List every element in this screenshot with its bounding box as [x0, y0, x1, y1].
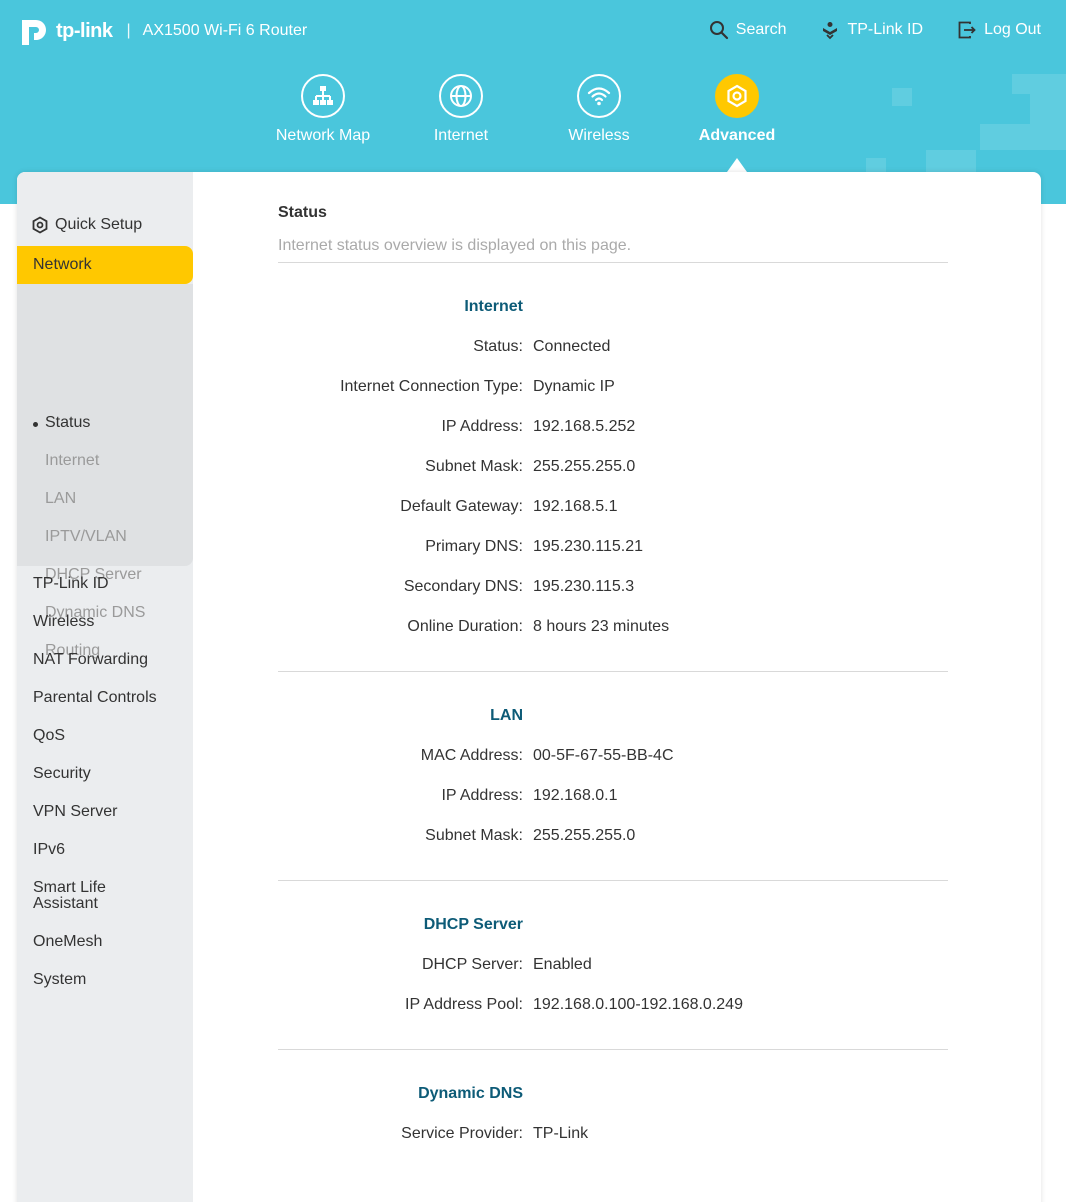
active-nav-pointer — [727, 158, 747, 172]
row-label: IP Address: — [441, 787, 523, 804]
submenu-item-status[interactable]: Status — [32, 414, 90, 432]
row-label: MAC Address: — [420, 747, 523, 764]
search-label: Search — [735, 21, 787, 38]
row-value: Dynamic IP — [533, 378, 615, 395]
network-map-icon — [313, 86, 333, 105]
sidebar-item-security[interactable]: Security — [33, 766, 183, 782]
decor-block — [892, 88, 912, 106]
router-model: AX1500 Wi-Fi 6 Router — [142, 22, 308, 39]
row-value: 195.230.115.21 — [533, 538, 644, 555]
nav-wireless-circle — [577, 74, 621, 118]
row-label: Internet Connection Type: — [340, 378, 523, 395]
page-title: Status — [278, 204, 327, 221]
sidebar-item-tplink-id[interactable]: TP-Link ID — [33, 576, 183, 592]
row-value: 195.230.115.3 — [533, 578, 635, 595]
divider — [278, 880, 948, 881]
sidebar-item-wireless[interactable]: Wireless — [33, 614, 183, 630]
sidebar-item-quick-setup[interactable]: Quick Setup — [31, 216, 142, 234]
row-label: Service Provider: — [401, 1125, 523, 1142]
sidebar-item-vpn-server[interactable]: VPN Server — [33, 804, 183, 820]
tplink-id-button[interactable]: TP-Link ID — [820, 20, 923, 40]
row-value: 255.255.255.0 — [533, 458, 636, 475]
wifi-icon — [587, 87, 611, 106]
row-value: 192.168.5.252 — [533, 418, 636, 435]
main-panel: Quick Setup Network Status Internet LAN … — [17, 172, 1041, 1202]
section-title-internet: Internet — [464, 298, 523, 315]
row-value: Connected — [533, 338, 611, 355]
row-label: Status: — [473, 338, 523, 355]
divider — [278, 262, 948, 263]
gear-icon — [727, 84, 747, 108]
row-label: Secondary DNS: — [403, 578, 523, 595]
tplink-logo: tp-link | AX1500 Wi-Fi 6 Router — [16, 12, 307, 50]
quick-setup-gear-icon — [32, 216, 48, 234]
row-value: 255.255.255.0 — [533, 827, 636, 844]
logout-icon — [958, 21, 976, 39]
row-value: 8 hours 23 minutes — [533, 618, 670, 635]
decor-block — [1012, 74, 1066, 94]
decor-block — [1030, 94, 1066, 124]
sidebar-item-parental-controls[interactable]: Parental Controls — [33, 690, 183, 706]
divider — [278, 671, 948, 672]
sidebar-item-nat-forwarding[interactable]: NAT Forwarding — [33, 652, 183, 668]
nav-advanced-circle — [715, 74, 759, 118]
nav-internet[interactable]: Internet — [392, 74, 530, 172]
nav-network-map-circle — [301, 74, 345, 118]
page-description: Internet status overview is displayed on… — [278, 237, 632, 254]
row-label: IP Address Pool: — [405, 996, 523, 1013]
tplink-id-icon — [823, 22, 838, 40]
brand-name: tp-link — [56, 19, 113, 42]
row-value: TP-Link — [533, 1125, 589, 1142]
logout-label: Log Out — [984, 21, 1041, 38]
submenu-item-internet[interactable]: Internet — [45, 452, 99, 470]
row-label: Subnet Mask: — [425, 827, 523, 844]
sidebar-item-onemesh[interactable]: OneMesh — [33, 934, 183, 950]
submenu-item-lan[interactable]: LAN — [45, 490, 76, 508]
row-label: IP Address: — [441, 418, 523, 435]
sidebar-item-qos[interactable]: QoS — [33, 728, 183, 744]
row-value: Enabled — [533, 956, 592, 973]
logout-button[interactable]: Log Out — [957, 20, 1041, 40]
tplink-id-label: TP-Link ID — [847, 21, 924, 38]
sidebar-item-network[interactable]: Network — [17, 246, 193, 284]
search-icon — [709, 21, 728, 40]
nav-wireless[interactable]: Wireless — [530, 74, 668, 172]
nav-advanced-label: Advanced — [698, 127, 776, 144]
sidebar: Quick Setup Network Status Internet LAN … — [17, 172, 193, 1202]
nav-internet-circle — [439, 74, 483, 118]
nav-network-map-label: Network Map — [275, 127, 371, 144]
sidebar-item-ipv6[interactable]: IPv6 — [33, 842, 183, 858]
row-value: 192.168.0.1 — [533, 787, 618, 804]
submenu-item-iptv-vlan[interactable]: IPTV/VLAN — [45, 528, 127, 546]
network-submenu: Status Internet LAN IPTV/VLAN DHCP Serve… — [17, 284, 193, 659]
row-label: Subnet Mask: — [425, 458, 523, 475]
row-value: 192.168.0.100-192.168.0.249 — [533, 996, 743, 1013]
nav-advanced[interactable]: Advanced — [668, 74, 806, 172]
nav-internet-label: Internet — [433, 127, 489, 144]
main-nav: Network Map Internet Wireless Advanced — [254, 74, 806, 172]
section-title-dhcp-server: DHCP Server — [423, 916, 523, 933]
quick-setup-label: Quick Setup — [55, 216, 143, 233]
row-label: Primary DNS: — [425, 538, 523, 555]
tplink-logo-icon — [22, 20, 46, 45]
divider — [278, 1049, 948, 1050]
row-label: DHCP Server: — [421, 956, 523, 973]
decor-block — [980, 124, 1066, 150]
nav-network-map[interactable]: Network Map — [254, 74, 392, 172]
globe-icon — [450, 85, 472, 107]
section-title-lan: LAN — [490, 707, 523, 724]
search-button[interactable]: Search — [709, 20, 787, 40]
row-label: Online Duration: — [407, 618, 523, 635]
row-value: 00-5F-67-55-BB-4C — [533, 747, 674, 764]
row-label: Default Gateway: — [400, 498, 523, 515]
row-value: 192.168.5.1 — [533, 498, 618, 515]
brand-separator: | — [126, 22, 131, 39]
header-actions: Search TP-Link ID Log Out — [709, 20, 1041, 40]
sidebar-item-system[interactable]: System — [33, 972, 183, 988]
sidebar-item-smart-life-assistant[interactable]: Smart Life Assistant — [33, 880, 133, 912]
section-title-dynamic-dns: Dynamic DNS — [418, 1085, 523, 1102]
nav-wireless-label: Wireless — [568, 127, 630, 144]
